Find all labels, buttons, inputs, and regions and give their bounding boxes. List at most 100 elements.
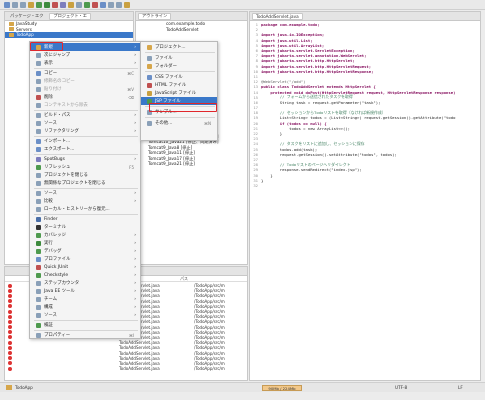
submenu-item[interactable]: HTML ファイル <box>141 81 217 89</box>
menu-item-label: エクスポート... <box>44 147 75 152</box>
menu-item[interactable]: 検証 <box>30 321 140 329</box>
menu-item-icon <box>36 128 41 134</box>
error-icon <box>8 309 12 314</box>
back-icon[interactable] <box>108 1 114 8</box>
menu-item[interactable]: ステップカウンタ › <box>30 279 140 287</box>
code-text: } <box>261 131 283 137</box>
menu-item[interactable]: SpotBugs › <box>30 155 140 163</box>
menu-item[interactable]: リファクタリング › <box>30 127 140 135</box>
new-icon[interactable] <box>4 1 10 8</box>
menu-item[interactable]: ソース › <box>30 311 140 319</box>
menu-item-icon <box>36 232 41 238</box>
tab-outline[interactable]: アウトライン <box>138 12 172 20</box>
submenu-item-icon <box>147 63 152 69</box>
outline-class[interactable]: TodoAddServlet <box>136 27 247 33</box>
menu-item[interactable]: ビルド・パス › <box>30 111 140 119</box>
menu-item[interactable]: 表示 › <box>30 59 140 67</box>
menu-item[interactable]: リフレッシュ F5 <box>30 163 140 171</box>
menu-item[interactable]: インポート... <box>30 137 140 145</box>
menu-item[interactable]: ローカル・ヒストリーから復元... <box>30 205 140 213</box>
menu-item-icon <box>36 216 41 222</box>
menu-item-icon <box>36 304 41 310</box>
editor-tab[interactable]: TodoAddServlet.java <box>252 12 303 20</box>
menu-item[interactable]: 削除 ⌫ <box>30 93 140 101</box>
menu-item[interactable]: Java EE ツール › <box>30 287 140 295</box>
menu-item[interactable]: 次にジャンプ › <box>30 51 140 59</box>
outline-class-label: TodoAddServlet <box>166 26 199 32</box>
debug-icon[interactable] <box>36 1 42 8</box>
main-toolbar <box>0 0 485 10</box>
menu-item[interactable]: プロファイル › <box>30 255 140 263</box>
submenu-item[interactable]: フォルダー <box>141 62 217 70</box>
menu-item[interactable]: 実行 › <box>30 239 140 247</box>
menu-item[interactable]: チーム › <box>30 295 140 303</box>
server-icon[interactable] <box>60 1 66 8</box>
heap-status[interactable]: 90Mb / 224Mb <box>262 385 302 391</box>
menu-item[interactable]: ソース › <box>30 119 140 127</box>
tab-project-explorer[interactable]: プロジェクト・エ <box>49 12 91 20</box>
menu-item[interactable]: 無関係なプロジェクトを閉じる <box>30 179 140 187</box>
error-icon <box>8 366 12 371</box>
menu-item-label: 実行 <box>44 241 53 246</box>
menu-item[interactable]: デバッグ › <box>30 247 140 255</box>
save-all-icon[interactable] <box>20 1 26 8</box>
line-number: 32 <box>253 182 258 188</box>
submenu-item[interactable]: ファイル <box>141 54 217 62</box>
menu-item[interactable]: ターミナル <box>30 223 140 231</box>
menu-item[interactable]: コピー ⌘C <box>30 69 140 77</box>
menu-item[interactable]: プロパティー ⌘I <box>30 331 140 339</box>
problem-row[interactable]: TodoAddServlet.java/TodoApp/src/m <box>5 366 247 371</box>
status-project: TodoApp <box>15 385 33 390</box>
menu-item[interactable]: 構成 › <box>30 303 140 311</box>
menu-item[interactable]: Finder <box>30 215 140 223</box>
submenu-arrow-icon: › <box>134 256 136 262</box>
menu-item[interactable]: ソース › <box>30 189 140 197</box>
open-type-icon[interactable] <box>68 1 74 8</box>
build-icon[interactable] <box>28 1 34 8</box>
status-line-ending[interactable]: LF <box>458 385 463 390</box>
perspective-icon[interactable] <box>124 1 130 8</box>
submenu-item[interactable]: プロジェクト... <box>141 43 217 51</box>
menu-item-icon <box>36 180 41 186</box>
menu-item-label: Quick JUnit <box>44 264 69 270</box>
error-icon <box>8 304 12 309</box>
menu-item[interactable]: プロジェクトを閉じる <box>30 171 140 179</box>
code-area[interactable]: 1 package com.example.todo; 2 3 import java.… <box>250 22 480 188</box>
menu-item-icon <box>36 112 41 118</box>
save-icon[interactable] <box>12 1 18 8</box>
next-annotation-icon[interactable] <box>100 1 106 8</box>
submenu-item[interactable]: その他... ⌘N <box>141 119 217 127</box>
menu-item[interactable]: カバレッジ › <box>30 231 140 239</box>
menu-item-label: プロパティー <box>44 333 71 338</box>
menu-item-label: 次にジャンプ <box>44 53 70 58</box>
coverage-icon[interactable] <box>84 1 90 8</box>
menu-item-label: SpotBugs <box>44 156 65 162</box>
tree-item-todoapp[interactable]: TodoApp <box>5 32 133 38</box>
menu-item[interactable]: Checkstyle › <box>30 271 140 279</box>
search-icon[interactable] <box>76 1 82 8</box>
project-status-icon <box>6 385 12 390</box>
tab-package-explorer[interactable]: パッケージ・エク <box>7 13 46 20</box>
submenu-item-icon <box>147 120 152 126</box>
menu-item[interactable]: 貼り付け ⌘V <box>30 85 140 93</box>
forward-icon[interactable] <box>116 1 122 8</box>
menu-item-icon <box>36 102 41 108</box>
eclipse-window: パッケージ・エク プロジェクト・エ JavaStudy Servers Todo… <box>0 0 485 400</box>
column-path[interactable]: パス <box>180 276 188 281</box>
submenu-item[interactable]: CSS ファイル <box>141 73 217 81</box>
menu-item[interactable]: 修飾名のコピー <box>30 77 140 85</box>
prev-annotation-icon[interactable] <box>92 1 98 8</box>
menu-item[interactable]: 比較 › <box>30 197 140 205</box>
status-bar: TodoApp 90Mb / 224Mb UTF-8 LF <box>0 382 485 392</box>
server-item[interactable]: Tomcat9_Java21 [停止] <box>136 161 247 168</box>
menu-item[interactable]: コンテキストから除去 <box>30 101 140 109</box>
stop-icon[interactable] <box>52 1 58 8</box>
menu-item-icon <box>36 156 41 162</box>
menu-item-label: リフレッシュ <box>44 165 71 170</box>
menu-item[interactable]: エクスポート... <box>30 145 140 153</box>
menu-item[interactable]: Quick JUnit › <box>30 263 140 271</box>
run-icon[interactable] <box>44 1 50 8</box>
status-encoding[interactable]: UTF-8 <box>395 385 407 390</box>
submenu-item-icon <box>147 55 152 61</box>
submenu-item[interactable]: JavaScript ファイル <box>141 89 217 97</box>
